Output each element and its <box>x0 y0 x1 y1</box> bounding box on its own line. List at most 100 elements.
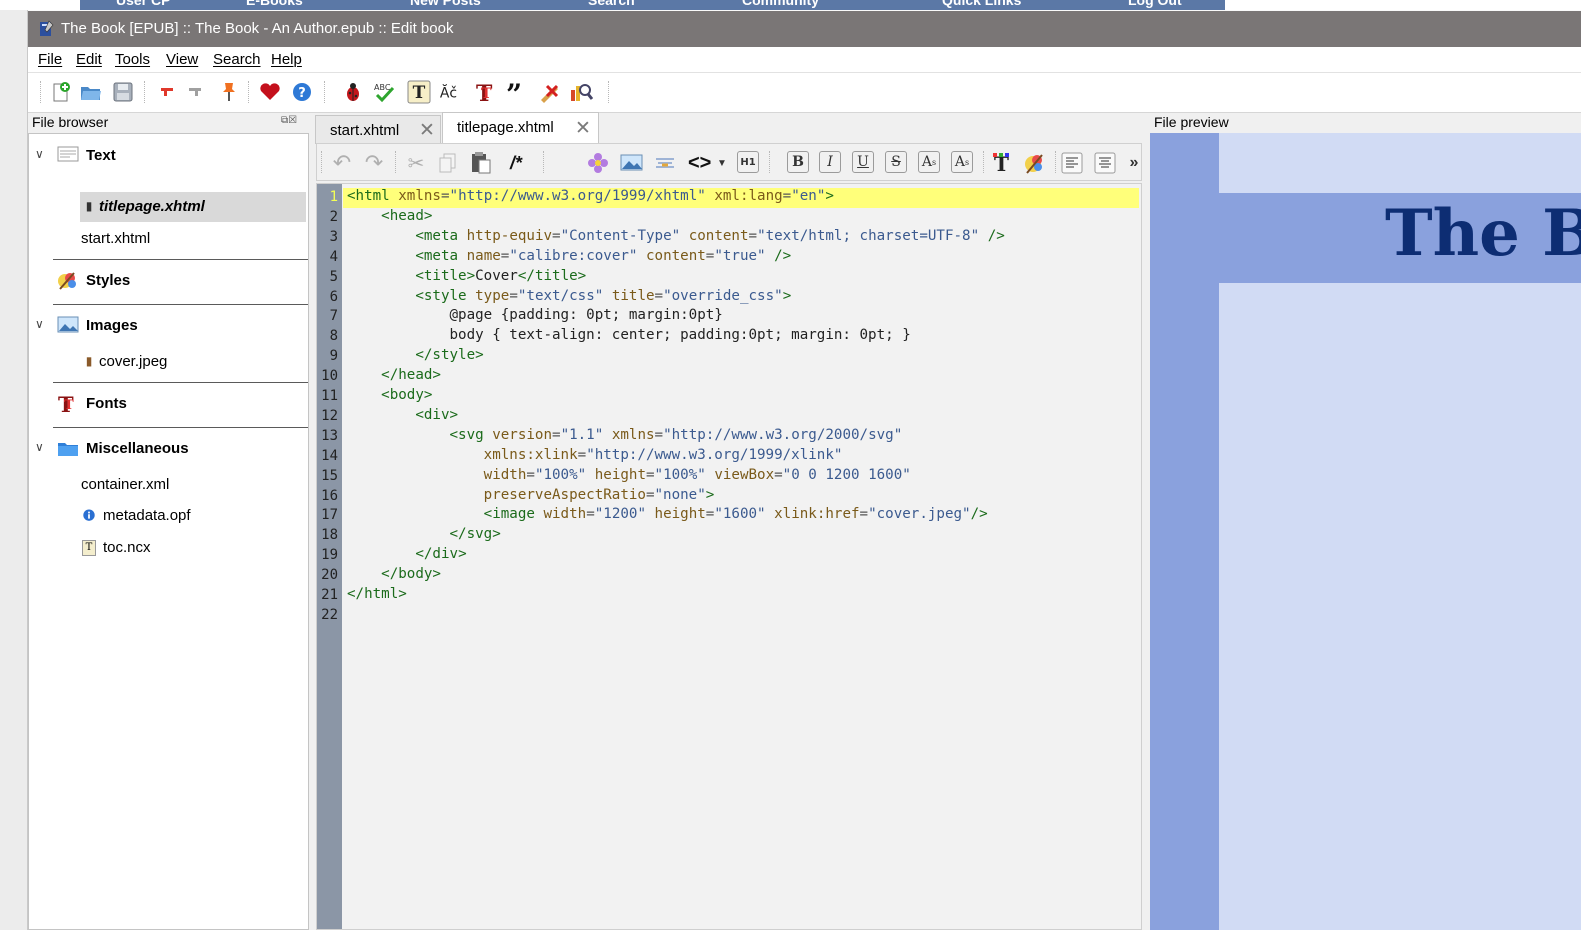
svg-text:ABC: ABC <box>374 83 391 92</box>
category-styles[interactable]: Styles <box>29 261 308 301</box>
code-line[interactable]: </body> <box>347 566 441 582</box>
bold-button[interactable]: B <box>787 151 809 173</box>
code-line[interactable]: <style type="text/css" title="override_c… <box>347 288 791 304</box>
dock-float-close-icon[interactable]: ⧉☒ <box>281 115 297 126</box>
pin-icon[interactable] <box>216 79 242 105</box>
strikethrough-button[interactable]: S <box>885 151 907 173</box>
menu-search[interactable]: Search <box>213 51 261 68</box>
heart-icon[interactable] <box>257 79 283 105</box>
background-site-nav: User CP E-Books New Posts Search Communi… <box>80 0 1225 10</box>
reports-icon[interactable] <box>568 79 594 105</box>
chevron-down-icon[interactable]: ▼ <box>711 151 733 175</box>
code-line[interactable]: </div> <box>347 546 466 562</box>
close-icon[interactable]: ✕ <box>419 119 435 142</box>
cut-icon[interactable]: ✂ <box>405 151 427 175</box>
menu-view[interactable]: View <box>166 51 198 68</box>
line-number: 17 <box>321 507 338 524</box>
accents-icon[interactable]: Ăč <box>439 79 465 105</box>
chevron-down-icon[interactable]: ∨ <box>35 147 44 161</box>
comment-button[interactable]: /* <box>505 151 527 175</box>
code-line[interactable]: </style> <box>347 347 483 363</box>
smart-quotes-icon[interactable]: ” <box>504 79 530 105</box>
category-miscellaneous[interactable]: ∨ Miscellaneous <box>29 429 308 469</box>
menu-file[interactable]: File <box>38 51 62 68</box>
chevron-down-icon[interactable]: ∨ <box>35 317 44 331</box>
highlight-color-icon[interactable] <box>1023 151 1047 175</box>
code-line[interactable]: <head> <box>347 208 432 224</box>
code-line[interactable]: <div> <box>347 407 458 423</box>
code-line[interactable]: preserveAspectRatio="none"> <box>347 487 715 503</box>
spell-check-icon[interactable]: ABC <box>372 79 398 105</box>
code-line[interactable]: xmlns:xlink="http://www.w3.org/1999/xlin… <box>347 447 843 463</box>
category-images[interactable]: ∨ Images <box>29 306 308 346</box>
code-line[interactable]: <meta http-equiv="Content-Type" content=… <box>347 228 1004 244</box>
file-item-container[interactable]: container.xml <box>80 470 306 500</box>
paste-icon[interactable] <box>470 151 492 175</box>
underline-button[interactable]: U <box>852 151 874 173</box>
code-line[interactable]: body { text-align: center; padding:0pt; … <box>347 327 910 343</box>
code-editor[interactable]: 1 2 3 4 5 6 7 8 9 10 11 12 13 14 15 16 17 18 19 20 21 22 <htm… <box>316 183 1142 930</box>
insert-image-icon[interactable] <box>620 151 644 175</box>
code-line[interactable]: </svg> <box>347 526 501 542</box>
file-preview-panel[interactable]: The B <box>1150 133 1581 930</box>
new-file-icon[interactable] <box>48 79 74 105</box>
fonts-tool-icon[interactable]: TT <box>472 79 498 105</box>
save-icon[interactable] <box>110 79 136 105</box>
chevron-down-icon[interactable]: ∨ <box>35 440 44 454</box>
help-icon[interactable]: ? <box>289 79 315 105</box>
category-text[interactable]: ∨ Text <box>29 136 308 176</box>
previous-checkpoint-icon[interactable] <box>154 79 180 105</box>
insert-link-icon[interactable] <box>654 151 676 175</box>
code-line[interactable]: <meta name="calibre:cover" content="true… <box>347 248 791 264</box>
code-line[interactable]: </head> <box>347 367 441 383</box>
code-line[interactable]: width="100%" height="100%" viewBox="0 0 … <box>347 467 911 483</box>
align-center-icon[interactable] <box>1094 151 1116 175</box>
subscript-button[interactable]: As <box>951 151 973 173</box>
tab-start-xhtml[interactable]: start.xhtml ✕ <box>315 115 441 144</box>
align-left-icon[interactable] <box>1061 151 1083 175</box>
italic-button[interactable]: I <box>819 151 841 173</box>
copy-icon[interactable] <box>437 151 459 175</box>
more-tools-button[interactable]: » <box>1123 151 1145 175</box>
code-line[interactable]: </html> <box>347 586 407 602</box>
file-item-metadata[interactable]: metadata.opf <box>80 501 306 531</box>
heading-button[interactable]: H1 <box>737 151 759 173</box>
text-tool-icon[interactable]: T <box>406 79 432 105</box>
next-checkpoint-icon[interactable] <box>182 79 208 105</box>
category-divider <box>53 259 308 260</box>
code-line[interactable]: <image width="1200" height="1600" xlink:… <box>347 506 988 522</box>
undo-icon[interactable]: ↶ <box>331 150 353 175</box>
code-line[interactable]: <html xmlns="http://www.w3.org/1999/xhtm… <box>347 188 834 204</box>
code-line[interactable]: @page {padding: 0pt; margin:0pt} <box>347 307 722 323</box>
tab-titlepage-xhtml[interactable]: titlepage.xhtml ✕ <box>442 112 599 144</box>
editor-toolbar: ↶ ↷ ✂ /* <> ▼ H1 B I U S As As T » <box>316 143 1142 181</box>
bug-check-icon[interactable] <box>340 79 366 105</box>
code-line[interactable]: <svg version="1.1" xmlns="http://www.w3.… <box>347 427 903 443</box>
superscript-button[interactable]: As <box>918 151 940 173</box>
file-item-toc[interactable]: T toc.ncx <box>80 533 306 563</box>
menu-help[interactable]: Help <box>271 51 302 68</box>
text-color-icon[interactable]: T <box>991 151 1013 175</box>
file-item-titlepage[interactable]: ▮ titlepage.xhtml <box>80 192 306 222</box>
category-label: Images <box>86 317 138 334</box>
line-number: 21 <box>321 587 338 603</box>
file-item-cover[interactable]: ▮ cover.jpeg <box>80 347 306 377</box>
insert-tag-icon[interactable]: <> <box>688 151 711 175</box>
code-line[interactable]: <title>Cover</title> <box>347 268 586 284</box>
code-line[interactable]: <body> <box>347 387 432 403</box>
editor-tabs: start.xhtml ✕ titlepage.xhtml ✕ <box>315 112 1145 144</box>
menu-edit[interactable]: Edit <box>76 51 102 68</box>
remove-unused-icon[interactable] <box>537 79 563 105</box>
panel-splitter[interactable] <box>1143 113 1149 930</box>
menu-tools[interactable]: Tools <box>115 51 150 68</box>
line-number: 12 <box>321 407 338 424</box>
line-number: 9 <box>329 348 338 365</box>
tab-label: titlepage.xhtml <box>457 119 554 136</box>
category-fonts[interactable]: TT Fonts <box>29 384 308 424</box>
flower-icon[interactable] <box>587 151 609 175</box>
file-item-start[interactable]: start.xhtml <box>80 224 306 254</box>
open-folder-icon[interactable] <box>78 79 104 105</box>
redo-icon[interactable]: ↷ <box>363 150 385 175</box>
close-icon[interactable]: ✕ <box>575 117 591 140</box>
title-bar[interactable]: The Book [EPUB] :: The Book - An Author.… <box>28 11 1581 47</box>
